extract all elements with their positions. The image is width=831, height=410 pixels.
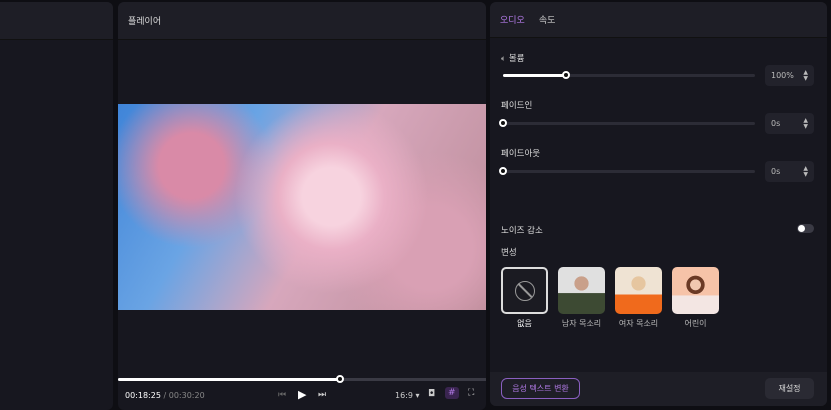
fade-in-slider[interactable] — [499, 119, 755, 127]
volume-value: 100% — [771, 71, 794, 80]
fade-in-value: 0s — [771, 119, 781, 128]
voice-option-label: 남자 목소리 — [561, 319, 602, 328]
volume-slider[interactable] — [503, 71, 755, 79]
voice-option-label: 여자 목소리 — [618, 319, 659, 328]
player-title: 플레이어 — [128, 17, 162, 27]
reset-button[interactable]: 재설정 — [765, 378, 814, 399]
fullscreen-icon[interactable]: ⛶ — [468, 388, 474, 398]
volume-stepper-icon[interactable]: ▲ ▼ — [803, 69, 808, 82]
left-panel — [0, 2, 113, 410]
total-time: 00:30:20 — [168, 391, 205, 400]
none-icon — [514, 280, 535, 301]
noise-reduction-label: 노이즈 감소 — [501, 226, 543, 236]
fade-in-label: 페이드인 — [501, 101, 533, 111]
fade-in-stepper-icon[interactable]: ▲ ▼ — [803, 117, 808, 130]
time-display: 00:18:25 / 00:30:20 — [125, 391, 205, 400]
voice-option-female[interactable]: 여자 목소리 — [615, 267, 662, 329]
noise-reduction-toggle[interactable] — [797, 224, 814, 233]
fade-in-handle[interactable] — [499, 119, 507, 127]
voice-option-child[interactable]: 어린이 — [672, 267, 719, 329]
fade-out-value: 0s — [771, 167, 781, 176]
voice-option-male[interactable]: 남자 목소리 — [558, 267, 605, 329]
camera-icon[interactable]: ◘ — [428, 389, 435, 399]
fade-in-input[interactable]: 0s ▲ ▼ — [765, 113, 814, 134]
volume-fill — [503, 74, 566, 77]
speech-to-text-button[interactable]: 음성 텍스트 변환 — [501, 378, 580, 399]
voice-option-label: 어린이 — [684, 319, 707, 328]
audio-settings-panel: 오디오 속도 🔈︎ 볼륨 100% ▲ ▼ 페이드인 0s ▲ ▼ 페이드아웃 0s ▲ ▼… — [490, 2, 827, 406]
voice-change-label: 변성 — [501, 248, 517, 258]
voice-option-none[interactable]: 없음 — [501, 267, 548, 329]
next-frame-icon[interactable]: ⏭ — [318, 390, 326, 400]
player-header: 플레이어 — [118, 2, 486, 40]
progress-handle[interactable] — [335, 375, 344, 383]
aspect-ratio-value: 16:9 — [395, 391, 413, 400]
grid-icon[interactable]: # — [445, 387, 459, 399]
left-panel-header — [0, 2, 113, 40]
aspect-ratio-select[interactable]: 16:9 ▾ — [395, 391, 420, 400]
prev-frame-icon[interactable]: ⏮ — [278, 390, 286, 400]
fade-out-handle[interactable] — [499, 167, 507, 175]
fade-out-stepper-icon[interactable]: ▲ ▼ — [803, 165, 808, 178]
fade-out-slider[interactable] — [499, 167, 755, 175]
player-panel: 플레이어 00:18:25 / 00:30:20 ⏮ ▶ ⏭ 16:9 ▾ ◘ … — [118, 2, 486, 410]
volume-handle[interactable] — [562, 71, 570, 79]
playback-progress[interactable] — [118, 375, 486, 383]
tab-speed[interactable]: 속도 — [539, 13, 556, 26]
play-icon[interactable]: ▶ — [298, 388, 306, 401]
current-time: 00:18:25 — [125, 391, 161, 400]
tab-audio[interactable]: 오디오 — [500, 13, 525, 26]
volume-label: 🔈︎ 볼륨 — [501, 52, 524, 64]
volume-input[interactable]: 100% ▲ ▼ — [765, 65, 814, 86]
male-avatar — [558, 267, 605, 314]
female-avatar — [615, 267, 662, 314]
child-avatar — [672, 267, 719, 314]
volume-label-text: 볼륨 — [508, 54, 525, 64]
fade-out-input[interactable]: 0s ▲ ▼ — [765, 161, 814, 182]
time-separator: / — [163, 391, 167, 400]
panel-footer: 음성 텍스트 변환 재설정 — [490, 372, 827, 406]
speaker-icon: 🔈︎ — [501, 54, 507, 64]
voice-option-label: 없음 — [517, 319, 532, 328]
fade-out-label: 페이드아웃 — [501, 149, 541, 159]
progress-fill — [118, 378, 340, 381]
video-preview[interactable] — [118, 104, 486, 310]
